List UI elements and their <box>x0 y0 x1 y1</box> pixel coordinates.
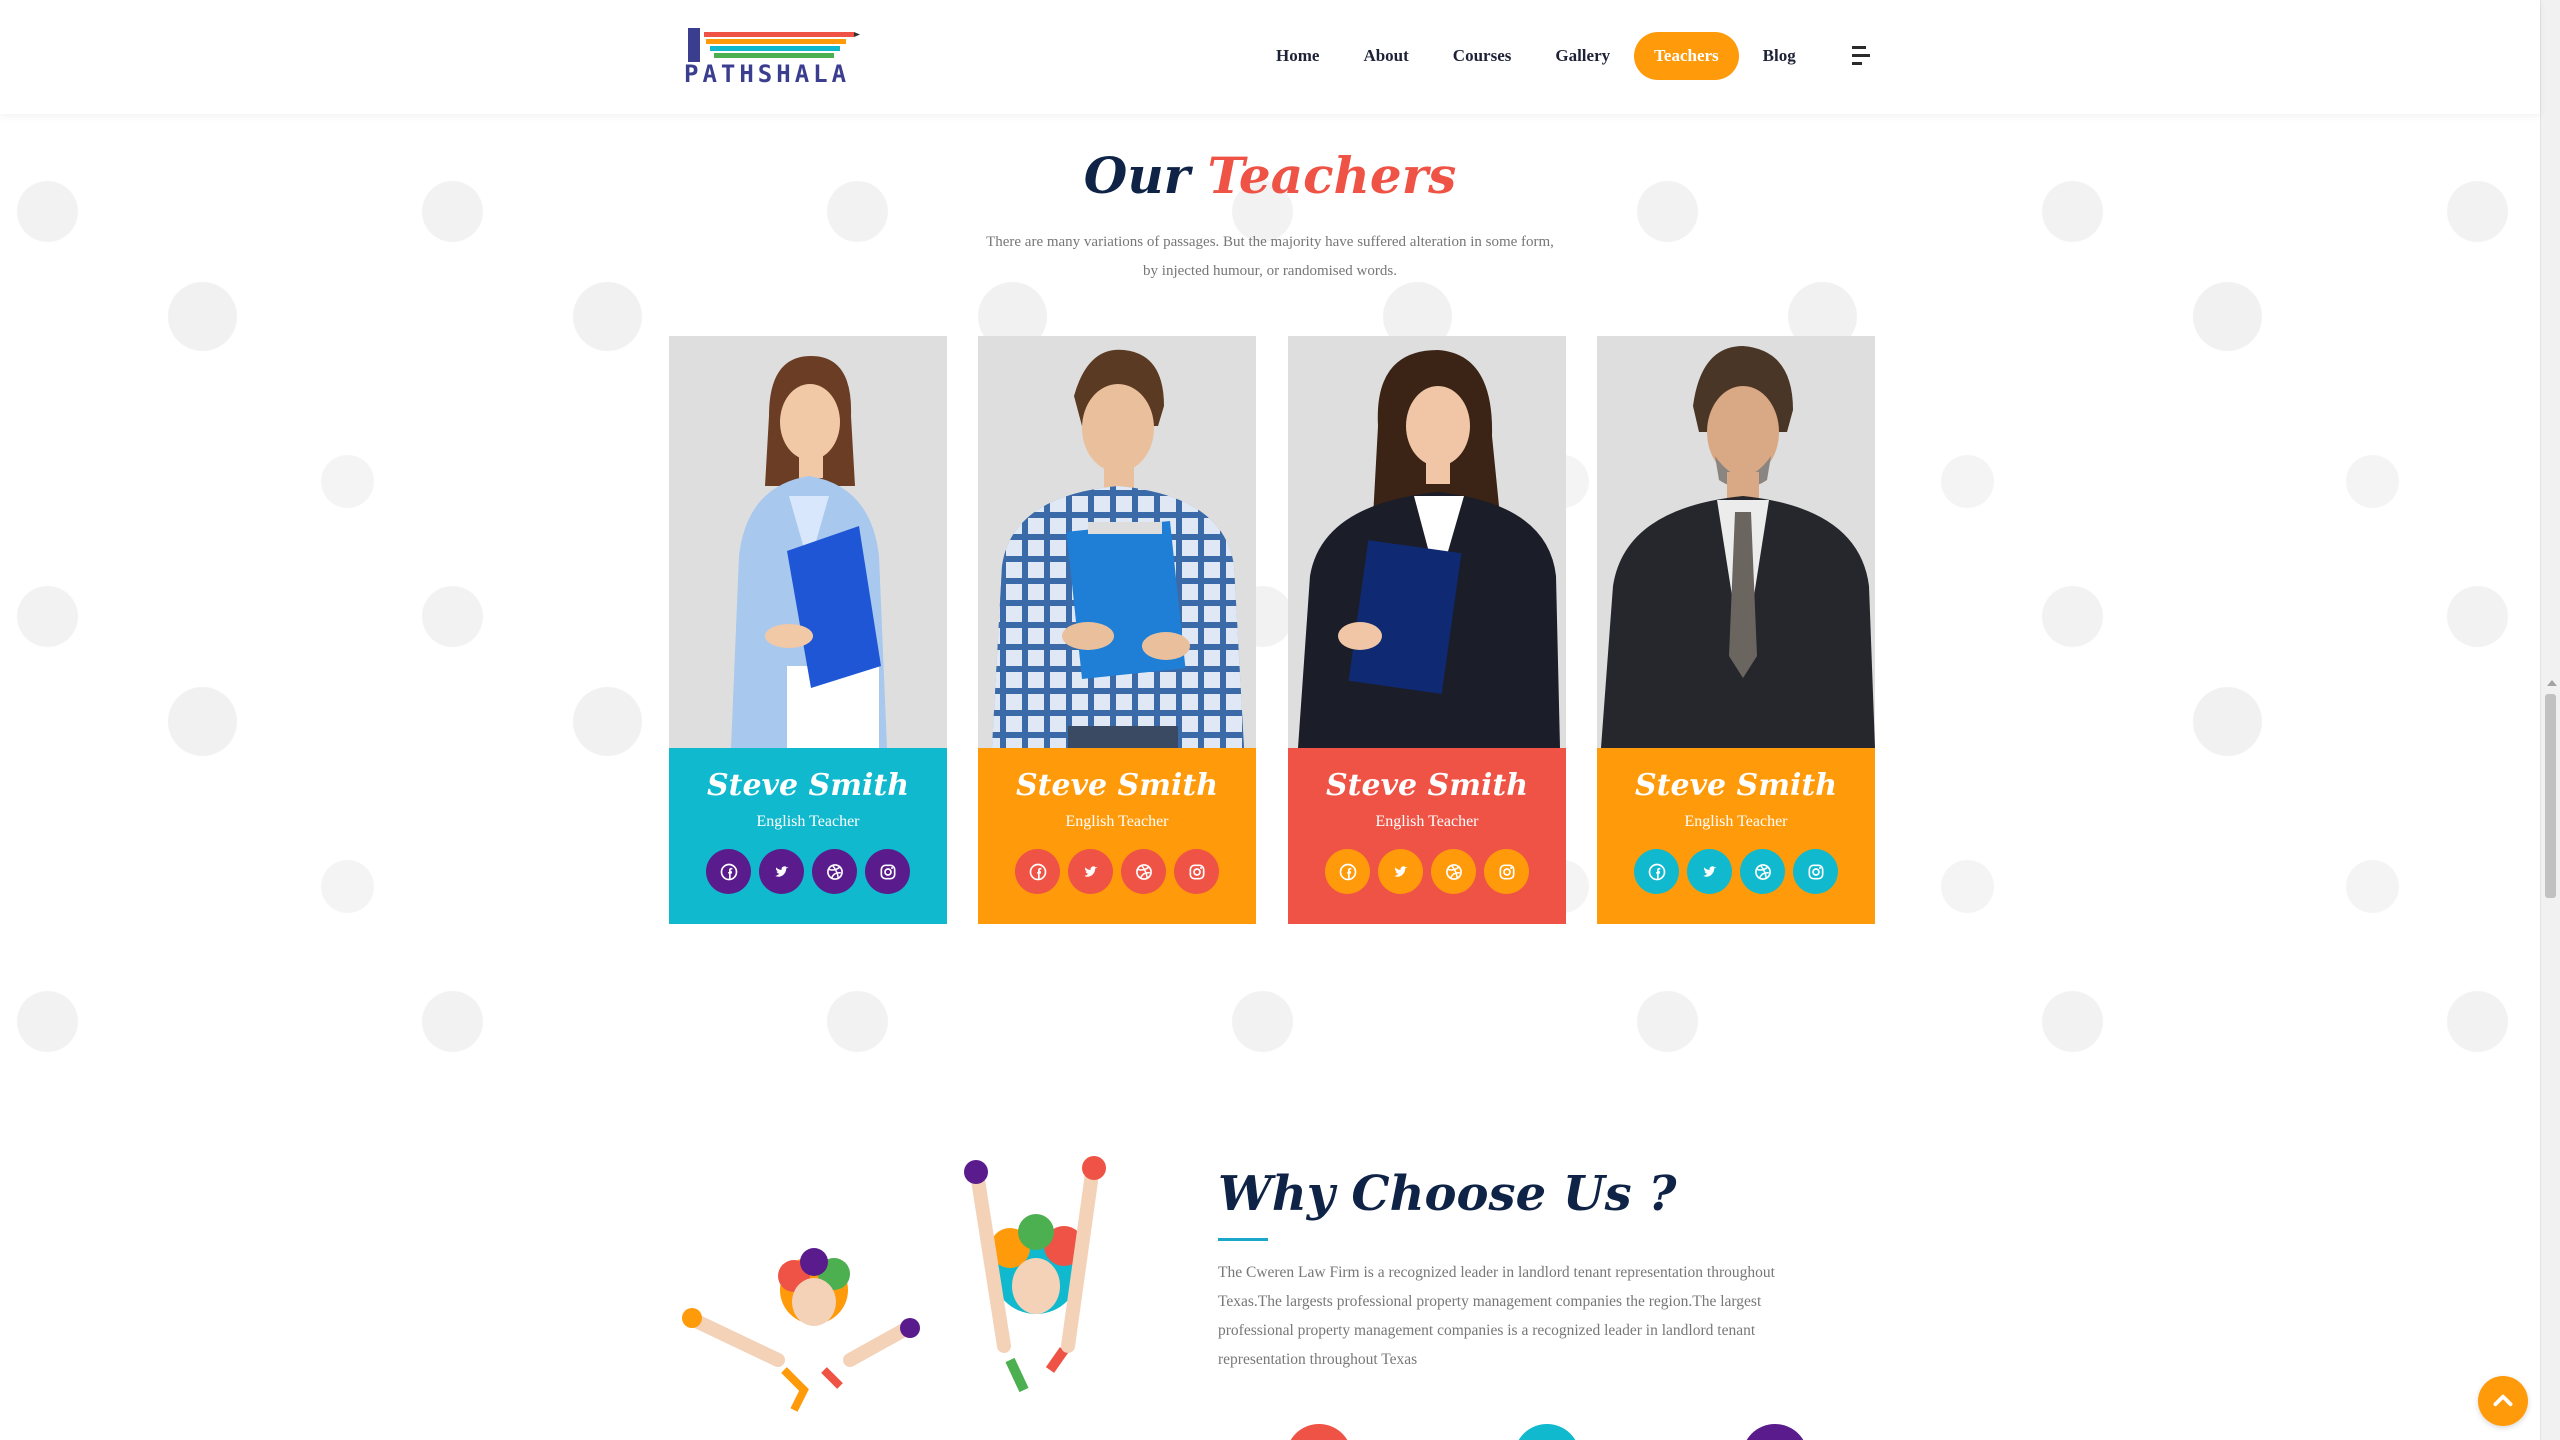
nav-gallery[interactable]: Gallery <box>1533 32 1632 80</box>
teacher-photo-woman-suit <box>1298 350 1560 748</box>
twitter-icon <box>1700 862 1720 882</box>
logo-text: PATHSHALA <box>684 60 851 88</box>
instagram-icon <box>1187 862 1207 882</box>
nav-courses[interactable]: Courses <box>1431 32 1534 80</box>
instagram-link-button[interactable] <box>1793 849 1838 894</box>
facebook-icon <box>1338 862 1358 882</box>
nav-about[interactable]: About <box>1341 32 1430 80</box>
feature-icon-circle <box>1286 1424 1352 1440</box>
dribbble-icon <box>825 862 845 882</box>
feature-icon-circle <box>1514 1424 1580 1440</box>
instagram-icon <box>1497 862 1517 882</box>
teacher-role: English Teacher <box>1684 813 1788 830</box>
teacher-photo-man-plaid <box>992 349 1244 748</box>
nav-teachers[interactable]: Teachers <box>1634 32 1739 80</box>
main-nav: Home About Courses Gallery Teachers Blog <box>1254 32 1818 80</box>
why-choose-us-title: Why Choose Us ? <box>1218 1166 1677 1222</box>
dribbble-icon <box>1134 862 1154 882</box>
why-choose-us-text: The Cweren Law Firm is a recognized lead… <box>1218 1264 1775 1368</box>
kids-image-art <box>682 1156 1106 1440</box>
dribbble-icon <box>1753 862 1773 882</box>
teacher-role: English Teacher <box>1375 813 1479 830</box>
feature-icon-circle <box>1742 1424 1808 1440</box>
title-underline <box>1218 1238 1268 1241</box>
facebook-icon <box>1028 862 1048 882</box>
menu-toggle-icon[interactable] <box>1852 46 1870 66</box>
page-scrollbar[interactable] <box>2540 0 2560 1440</box>
dribbble-link-button[interactable] <box>1740 849 1785 894</box>
scroll-up-arrow-icon[interactable] <box>2547 680 2557 686</box>
facebook-link-button[interactable] <box>1015 849 1060 894</box>
teacher-role: English Teacher <box>756 813 860 830</box>
dribbble-link-button[interactable] <box>812 849 857 894</box>
dribbble-icon <box>1444 862 1464 882</box>
teacher-card: Steve Smith English Teacher <box>669 336 947 924</box>
twitter-icon <box>772 862 792 882</box>
instagram-link-button[interactable] <box>1484 849 1529 894</box>
twitter-link-button[interactable] <box>1687 849 1732 894</box>
title-part-teachers: Teachers <box>1207 146 1457 205</box>
social-links <box>669 849 947 894</box>
back-to-top-button[interactable] <box>2478 1376 2528 1426</box>
logo[interactable]: PATHSHALA <box>684 26 860 88</box>
facebook-link-button[interactable] <box>1325 849 1370 894</box>
teachers-section-title: Our Teachers <box>0 146 2540 205</box>
scroll-thumb[interactable] <box>2545 694 2556 898</box>
facebook-link-button[interactable] <box>706 849 751 894</box>
nav-blog[interactable]: Blog <box>1741 32 1818 80</box>
twitter-icon <box>1081 862 1101 882</box>
instagram-icon <box>878 862 898 882</box>
teacher-name: Steve Smith <box>706 768 910 803</box>
teacher-card: Steve Smith English Teacher <box>1597 336 1875 924</box>
teacher-name: Steve Smith <box>1634 768 1838 803</box>
teacher-name: Steve Smith <box>1325 768 1529 803</box>
teachers-section-subtitle: There are many variations of passages. B… <box>986 234 1554 279</box>
title-part-our: Our <box>1083 146 1191 205</box>
twitter-link-button[interactable] <box>759 849 804 894</box>
social-links <box>978 849 1256 894</box>
teacher-info: Steve Smith English Teacher <box>669 748 947 924</box>
teacher-photo <box>978 336 1256 748</box>
teacher-photo-man-suit <box>1601 346 1875 748</box>
nav-home[interactable]: Home <box>1254 32 1341 80</box>
teacher-info: Steve Smith English Teacher <box>978 748 1256 924</box>
teacher-photo <box>669 336 947 748</box>
teacher-info: Steve Smith English Teacher <box>1288 748 1566 924</box>
teacher-info: Steve Smith English Teacher <box>1597 748 1875 924</box>
twitter-link-button[interactable] <box>1068 849 1113 894</box>
facebook-link-button[interactable] <box>1634 849 1679 894</box>
twitter-icon <box>1391 862 1411 882</box>
facebook-icon <box>1647 862 1667 882</box>
facebook-icon <box>719 862 739 882</box>
kids-image <box>674 1150 1134 1440</box>
social-links <box>1597 849 1875 894</box>
instagram-link-button[interactable] <box>865 849 910 894</box>
teacher-name: Steve Smith <box>1015 768 1219 803</box>
teacher-photo <box>1288 336 1566 748</box>
teacher-card: Steve Smith English Teacher <box>1288 336 1566 924</box>
chevron-up-icon <box>2493 1394 2513 1407</box>
dribbble-link-button[interactable] <box>1121 849 1166 894</box>
social-links <box>1288 849 1566 894</box>
instagram-link-button[interactable] <box>1174 849 1219 894</box>
teacher-photo <box>1597 336 1875 748</box>
instagram-icon <box>1806 862 1826 882</box>
twitter-link-button[interactable] <box>1378 849 1423 894</box>
dribbble-link-button[interactable] <box>1431 849 1476 894</box>
teacher-photo-woman-blue <box>731 356 887 748</box>
site-header: PATHSHALA Home About Courses Gallery Tea… <box>0 0 2540 114</box>
teacher-role: English Teacher <box>1065 813 1169 830</box>
teacher-card: Steve Smith English Teacher <box>978 336 1256 924</box>
